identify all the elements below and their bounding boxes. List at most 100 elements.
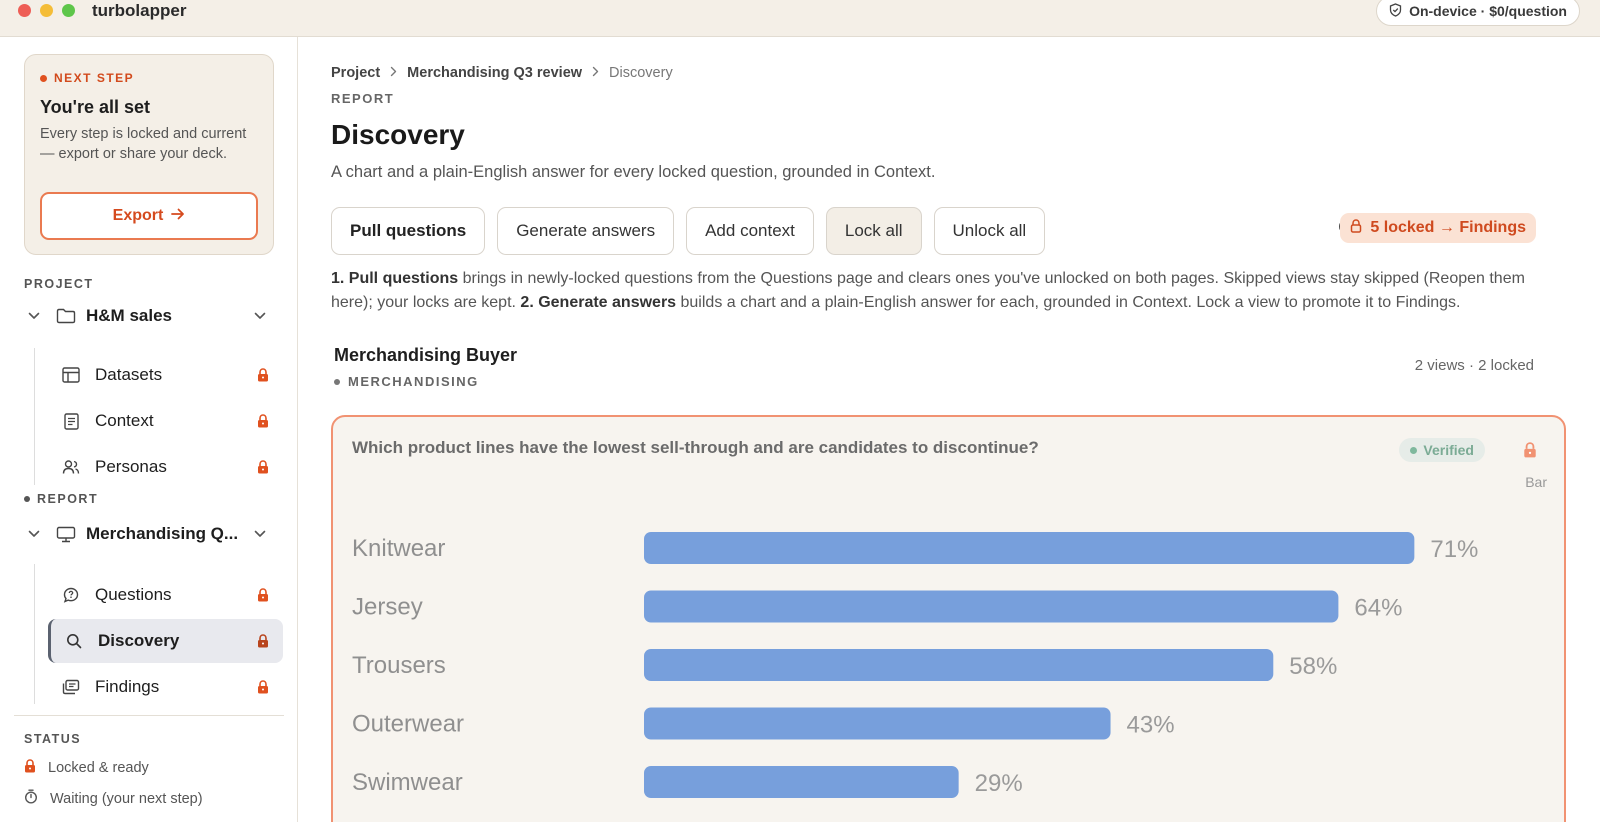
sidebar-item-discovery[interactable]: Discovery — [48, 619, 283, 663]
bar-category-label: Knitwear — [352, 535, 445, 562]
table-icon — [60, 367, 82, 383]
breadcrumb-current: Discovery — [609, 65, 673, 81]
bar[interactable] — [644, 766, 959, 798]
chevron-down-icon[interactable] — [24, 312, 44, 320]
bar-value-label: 71% — [1430, 536, 1478, 563]
lock-outline-icon — [1350, 218, 1362, 238]
bar-value-label: 64% — [1354, 595, 1402, 622]
report-group-merchandising[interactable]: Merchandising Q... — [24, 517, 274, 551]
zoom-window-button[interactable] — [62, 4, 75, 17]
lock-icon — [257, 460, 269, 474]
help-step2-label: 2. Generate answers — [520, 294, 677, 311]
lock-icon — [24, 759, 36, 777]
next-step-description: Every step is locked and current — expor… — [40, 126, 247, 162]
export-button[interactable]: Export — [40, 192, 258, 240]
sidebar-divider — [14, 715, 284, 716]
lock-all-button[interactable]: Lock all — [825, 207, 922, 255]
lock-icon — [257, 634, 269, 648]
sidebar-item-context[interactable]: Context — [48, 399, 283, 443]
window-titlebar: turbolapper On-device · $0/question — [0, 0, 1600, 37]
next-step-kicker-label: NEXT STEP — [54, 71, 135, 85]
persona-name: Merchandising Buyer — [334, 345, 518, 365]
question-bubble-icon — [60, 587, 82, 603]
locked-findings-label: 5 locked → Findings — [1370, 219, 1526, 236]
breadcrumb: Project Merchandising Q3 review Discover… — [331, 65, 673, 81]
report-section-label: REPORT — [24, 492, 98, 506]
folder-icon — [56, 308, 78, 324]
main-content: Project Merchandising Q3 review Discover… — [299, 37, 1600, 822]
lock-icon — [257, 414, 269, 428]
verified-label: Verified — [1423, 442, 1474, 458]
stopwatch-icon — [24, 789, 38, 808]
status-dot-icon — [40, 74, 47, 82]
lock-icon — [257, 588, 269, 602]
sidebar-item-questions[interactable]: Questions — [48, 573, 283, 617]
view-card[interactable]: Knitwear 71% Jersey 64% Trousers 58% Outerwear… — [331, 415, 1566, 822]
bar-value-label: 43% — [1127, 712, 1175, 739]
persona-meta: 2 views · 2 locked — [1414, 357, 1534, 374]
page-title: Discovery — [331, 119, 465, 150]
bar-category-label: Swimwear — [352, 769, 463, 796]
search-icon — [63, 633, 85, 649]
status-section-text: STATUS — [24, 732, 82, 746]
on-device-label: On-device · $0/question — [1409, 3, 1567, 19]
bar[interactable] — [644, 649, 1274, 681]
lock-toggle-icon[interactable] — [1523, 442, 1537, 463]
bar-category-label: Outerwear — [352, 711, 464, 738]
sidebar-item-findings[interactable]: Findings — [48, 665, 283, 709]
bar[interactable] — [644, 590, 1339, 623]
sidebar-item-personas[interactable]: Personas — [48, 445, 283, 489]
chevron-down-icon[interactable] — [24, 530, 44, 538]
persona-tag-label: MERCHANDISING — [348, 374, 479, 389]
sidebar: NEXT STEP You're all set Every step is l… — [0, 37, 298, 822]
persona-tag: MERCHANDISING — [334, 374, 479, 389]
export-button-label: Export — [112, 207, 164, 224]
breadcrumb-project[interactable]: Project — [331, 65, 380, 81]
chevron-down-icon[interactable] — [250, 312, 270, 320]
users-icon — [60, 459, 82, 475]
action-toolbar: Pull questions Generate answers Add cont… — [331, 207, 1046, 255]
bar-category-label: Trousers — [352, 652, 446, 679]
bar-category-label: Jersey — [352, 594, 423, 621]
sidebar-item-label: Discovery — [98, 631, 180, 650]
minimize-window-button[interactable] — [40, 4, 53, 17]
report-dot-icon — [24, 496, 30, 502]
app-name: turbolapper — [92, 1, 187, 20]
sidebar-item-label: Findings — [95, 677, 160, 696]
report-section-text: REPORT — [37, 492, 99, 506]
verified-dot-icon — [1410, 446, 1418, 454]
view-question: Which product lines have the lowest sell… — [352, 438, 1039, 457]
chevron-right-icon — [592, 65, 599, 81]
chart-type-label: Bar — [1525, 474, 1547, 490]
help-step1-label: 1. Pull questions — [331, 270, 459, 287]
document-icon — [60, 412, 82, 430]
monitor-icon — [56, 526, 78, 543]
status-label: Locked & ready — [48, 760, 149, 776]
arrow-right-icon — [171, 207, 185, 225]
chevron-down-icon[interactable] — [250, 530, 270, 538]
unlock-all-button[interactable]: Unlock all — [933, 207, 1046, 255]
add-context-button[interactable]: Add context — [686, 207, 814, 255]
next-step-kicker: NEXT STEP — [40, 71, 258, 85]
sidebar-item-datasets[interactable]: Datasets — [48, 353, 283, 397]
project-group-h-and-m-sales[interactable]: H&M sales — [24, 299, 274, 333]
report-tree-line — [34, 564, 35, 704]
status-waiting: Waiting (your next step) — [24, 789, 203, 808]
cards-stack-icon — [60, 679, 82, 695]
bar-value-label: 29% — [975, 770, 1023, 797]
breadcrumb-report[interactable]: Merchandising Q3 review — [407, 65, 582, 81]
lock-icon — [257, 680, 269, 694]
locked-findings-link[interactable]: 5 locked → Findings — [1340, 213, 1536, 243]
bar[interactable] — [644, 532, 1415, 564]
sidebar-item-label: Context — [95, 411, 154, 430]
generate-answers-button[interactable]: Generate answers — [497, 207, 675, 255]
pull-questions-button[interactable]: Pull questions — [331, 207, 486, 255]
report-group-label: Merchandising Q... — [86, 524, 239, 543]
next-step-title: You're all set — [40, 97, 150, 117]
project-tree-line — [34, 348, 35, 485]
project-section-label: PROJECT — [24, 277, 94, 291]
bar[interactable] — [644, 707, 1111, 740]
close-window-button[interactable] — [18, 4, 31, 17]
bar-chart: Knitwear 71% Jersey 64% Trousers 58% Outerwear… — [352, 532, 1478, 798]
on-device-pill[interactable]: On-device · $0/question — [1376, 0, 1580, 26]
